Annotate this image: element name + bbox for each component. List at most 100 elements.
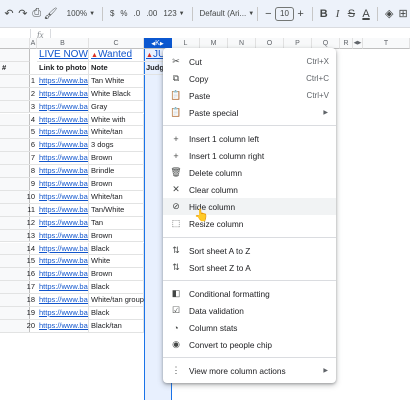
- note-cell[interactable]: White/tan: [89, 190, 144, 204]
- note-cell[interactable]: 3 dogs: [89, 139, 144, 153]
- undo-icon[interactable]: ↶: [2, 4, 16, 24]
- photo-link[interactable]: https://www.back: [37, 87, 89, 101]
- font-size-input[interactable]: 10: [275, 6, 294, 21]
- font-select[interactable]: Default (Ari... ▼: [197, 4, 255, 24]
- photo-link[interactable]: https://www.back: [37, 294, 89, 307]
- menu-separator: [163, 237, 336, 238]
- note-cell[interactable]: White: [89, 255, 144, 269]
- note-cell[interactable]: Black: [89, 307, 144, 320]
- photo-link[interactable]: https://www.back: [37, 126, 89, 140]
- row-number: 7: [0, 152, 37, 166]
- note-cell[interactable]: Brindle: [89, 165, 144, 178]
- percent-button[interactable]: %: [117, 4, 130, 24]
- redo-icon[interactable]: ↷: [16, 4, 30, 24]
- menu-item-sort-z-a[interactable]: ⇅ Sort sheet Z to A: [163, 259, 336, 276]
- photo-link[interactable]: https://www.back: [37, 139, 89, 153]
- wanted-link[interactable]: ▲Wanted: [89, 49, 144, 62]
- toolbar-divider: [377, 6, 379, 21]
- menu-item-paste[interactable]: 📋 Paste Ctrl+V: [163, 87, 336, 104]
- photo-link[interactable]: https://www.back: [37, 319, 89, 333]
- cut-icon: ✂: [172, 56, 180, 66]
- photo-link[interactable]: https://www.back: [37, 203, 89, 217]
- menu-item-cut[interactable]: ✂ Cut Ctrl+X: [163, 53, 336, 70]
- menu-item-copy[interactable]: ⧉ Copy Ctrl+C: [163, 70, 336, 87]
- note-cell[interactable]: Tan/White: [89, 203, 144, 217]
- menu-separator: [163, 125, 336, 126]
- photo-link[interactable]: https://www.back: [37, 100, 89, 114]
- borders-icon[interactable]: ⊞: [396, 4, 410, 24]
- paint-format-icon[interactable]: 🖌: [44, 4, 58, 24]
- italic-button[interactable]: I: [331, 4, 344, 24]
- note-cell[interactable]: Tan White: [89, 74, 144, 88]
- row-number: 12: [0, 217, 37, 230]
- menu-item-paste-special[interactable]: 📋 Paste special ▶: [163, 104, 336, 121]
- menu-item-delete-column[interactable]: 🗑 Delete column: [163, 164, 336, 181]
- copy-icon: ⧉: [172, 73, 180, 83]
- bold-button[interactable]: B: [316, 4, 331, 24]
- menu-item-label: View more column actions: [189, 365, 286, 376]
- fill-color-icon[interactable]: ◈: [382, 4, 396, 24]
- column-header-r[interactable]: R: [340, 38, 353, 49]
- photo-link[interactable]: https://www.back: [37, 307, 89, 320]
- conditional-formatting-icon: ◧: [171, 288, 181, 298]
- note-cell[interactable]: Brown: [89, 229, 144, 243]
- menu-item-hide-column[interactable]: ⊘ Hide column: [163, 198, 336, 215]
- row-header[interactable]: [0, 49, 30, 62]
- menu-item-insert-right[interactable]: + Insert 1 column right: [163, 147, 336, 164]
- currency-button[interactable]: $: [107, 4, 117, 24]
- menu-separator: [163, 357, 336, 358]
- menu-item-column-stats[interactable]: ◔ Column stats: [163, 319, 336, 336]
- note-cell[interactable]: White/tan group: [89, 294, 144, 307]
- photo-link[interactable]: https://www.back: [37, 178, 89, 191]
- note-cell[interactable]: Brown: [89, 268, 144, 282]
- column-header-b[interactable]: B: [37, 38, 89, 49]
- column-header-t[interactable]: T: [363, 38, 410, 49]
- delete-column-icon: 🗑: [170, 167, 182, 177]
- menu-item-conditional-formatting[interactable]: ◧ Conditional formatting: [163, 285, 336, 302]
- menu-item-clear-column[interactable]: ✕ Clear column: [163, 181, 336, 198]
- photo-link[interactable]: https://www.back: [37, 229, 89, 243]
- photo-link[interactable]: https://www.back: [37, 242, 89, 256]
- column-header-c[interactable]: C: [89, 38, 144, 49]
- zoom-select[interactable]: 100% ▼: [64, 4, 98, 24]
- column-header-a[interactable]: A: [30, 38, 37, 49]
- photo-link[interactable]: https://www.back: [37, 268, 89, 282]
- submenu-arrow-icon: ▶: [323, 368, 328, 374]
- note-cell[interactable]: Black/tan: [89, 319, 144, 333]
- photo-link[interactable]: https://www.back: [37, 255, 89, 269]
- menu-item-more-actions[interactable]: ⋮ View more column actions ▶: [163, 362, 336, 379]
- menu-item-people-chip[interactable]: ◉ Convert to people chip: [163, 336, 336, 353]
- print-icon[interactable]: ⎙: [30, 4, 44, 24]
- photo-link[interactable]: https://www.back: [37, 113, 89, 127]
- note-cell[interactable]: White Black: [89, 87, 144, 101]
- live-now-link[interactable]: LIVE NOW: [37, 49, 89, 62]
- photo-link[interactable]: https://www.back: [37, 152, 89, 166]
- note-cell[interactable]: White with: [89, 113, 144, 127]
- note-cell[interactable]: Brown: [89, 152, 144, 166]
- note-cell[interactable]: Black: [89, 281, 144, 295]
- photo-link[interactable]: https://www.back: [37, 281, 89, 295]
- font-size-decrease-icon[interactable]: −: [261, 4, 275, 24]
- number-format-select[interactable]: 123 ▼: [160, 4, 187, 24]
- note-cell[interactable]: Gray: [89, 100, 144, 114]
- photo-link[interactable]: https://www.back: [37, 216, 89, 230]
- note-cell[interactable]: Tan: [89, 216, 144, 230]
- menu-item-resize-column[interactable]: ⬚ Resize column: [163, 215, 336, 232]
- text-color-button[interactable]: A: [359, 4, 374, 24]
- decrease-decimal-button[interactable]: .0: [131, 4, 144, 24]
- menu-item-sort-a-z[interactable]: ⇅ Sort sheet A to Z: [163, 242, 336, 259]
- photo-link[interactable]: https://www.back: [37, 190, 89, 204]
- photo-link[interactable]: https://www.back: [37, 74, 89, 88]
- column-header-s[interactable]: ◀▶: [353, 38, 363, 49]
- increase-decimal-button[interactable]: .00: [143, 4, 160, 24]
- photo-link[interactable]: https://www.back: [37, 165, 89, 178]
- strikethrough-button[interactable]: S: [344, 4, 359, 24]
- select-all-corner[interactable]: [0, 38, 30, 49]
- menu-item-data-validation[interactable]: ☑ Data validation: [163, 302, 336, 319]
- note-cell[interactable]: White/tan: [89, 126, 144, 140]
- note-cell[interactable]: Black: [89, 242, 144, 256]
- menu-item-insert-left[interactable]: + Insert 1 column left: [163, 130, 336, 147]
- font-size-increase-icon[interactable]: +: [294, 4, 308, 24]
- chevron-down-icon: ▼: [178, 10, 185, 17]
- note-cell[interactable]: Brown: [89, 178, 144, 191]
